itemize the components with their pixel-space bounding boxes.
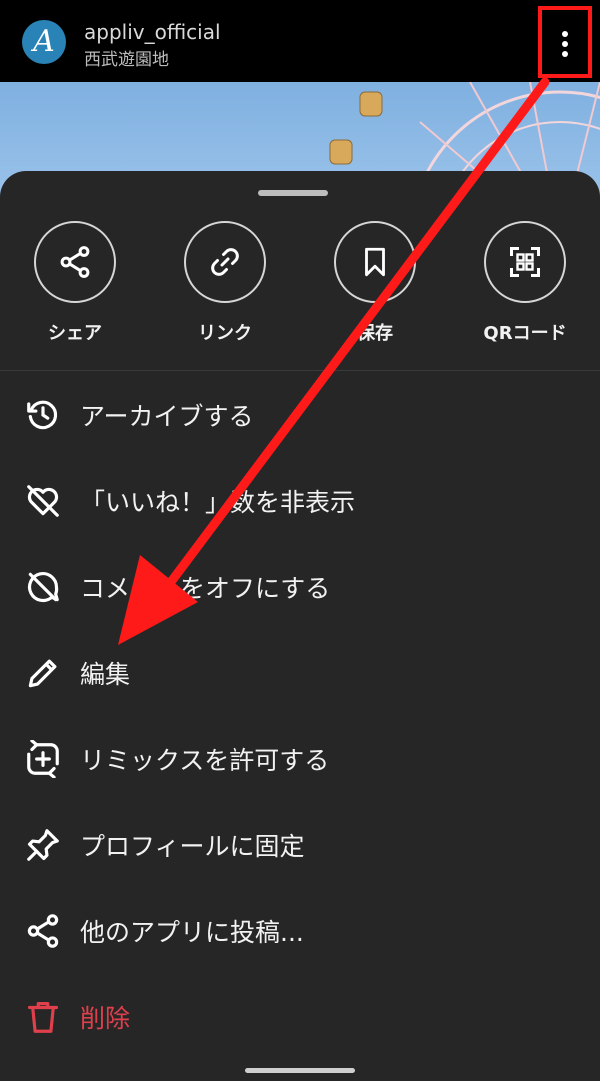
- home-gesture-pill[interactable]: [245, 1068, 355, 1073]
- pencil-icon: [28, 659, 57, 688]
- heart-off-icon: [27, 485, 59, 517]
- archive-history-icon: [27, 400, 58, 430]
- menu-item-label: 削除: [80, 1004, 131, 1033]
- menu-item-hide-likes[interactable]: 「いいね！」数を非表示: [0, 461, 600, 541]
- menu-item-label: 「いいね！」数を非表示: [80, 488, 356, 517]
- remix-icon: [27, 740, 59, 778]
- location[interactable]: 西武遊園地: [84, 45, 169, 70]
- menu-item-label: コメントをオフにする: [80, 574, 331, 603]
- more-vertical-icon: [562, 31, 568, 57]
- qr-code-icon-circle: [484, 221, 566, 303]
- share-action-label: シェア: [48, 323, 102, 344]
- share-action-save[interactable]: 保存: [300, 221, 450, 351]
- menu-item-label: 編集: [80, 660, 131, 689]
- sheet-drag-handle[interactable]: [258, 190, 328, 196]
- system-nav-bar: [0, 1061, 600, 1081]
- share-action-share[interactable]: シェア: [0, 221, 150, 351]
- share-icon: [27, 914, 59, 948]
- options-bottom-sheet: シェア リンク 保存 QRコード アーカイブする 「いいね！」数を非表示 コメン…: [0, 171, 600, 1061]
- menu-item-comments-off[interactable]: コメントをオフにする: [0, 547, 600, 627]
- menu-item-post-other-apps[interactable]: 他のアプリに投稿...: [0, 891, 600, 971]
- share-icon: [60, 246, 90, 278]
- menu-item-allow-remix[interactable]: リミックスを許可する: [0, 719, 600, 799]
- trash-icon: [27, 1001, 59, 1033]
- share-action-qr[interactable]: QRコード: [450, 221, 600, 351]
- menu-item-label: 他のアプリに投稿...: [80, 918, 304, 947]
- menu-item-archive[interactable]: アーカイブする: [0, 375, 600, 455]
- share-action-link[interactable]: リンク: [150, 221, 300, 351]
- save-action-label: 保存: [357, 323, 393, 344]
- sheet-divider: [0, 370, 600, 371]
- username[interactable]: appliv_official: [84, 20, 221, 44]
- menu-item-pin-profile[interactable]: プロフィールに固定: [0, 805, 600, 885]
- qr-code-icon: [510, 247, 540, 277]
- menu-item-label: アーカイブする: [80, 402, 254, 431]
- bookmark-icon: [365, 247, 385, 277]
- link-action-label: リンク: [198, 323, 252, 344]
- menu-item-delete[interactable]: 削除: [0, 977, 600, 1057]
- pin-icon: [27, 829, 59, 861]
- bookmark-icon-circle: [334, 221, 416, 303]
- post-header: A appliv_official 西武遊園地: [0, 0, 600, 82]
- more-options-button[interactable]: [538, 6, 592, 78]
- link-icon: [211, 248, 239, 276]
- link-icon-circle: [184, 221, 266, 303]
- menu-item-label: リミックスを許可する: [80, 746, 330, 775]
- menu-item-edit[interactable]: 編集: [0, 633, 600, 713]
- comment-off-icon: [27, 571, 59, 603]
- avatar[interactable]: A: [22, 20, 66, 64]
- share-icon-circle: [34, 221, 116, 303]
- qr-action-label: QRコード: [483, 323, 567, 344]
- menu-item-label: プロフィールに固定: [80, 832, 305, 861]
